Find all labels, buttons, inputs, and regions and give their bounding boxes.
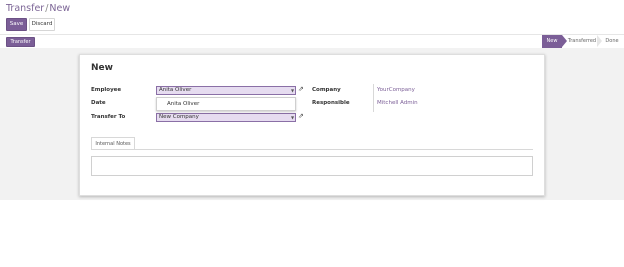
discard-button[interactable]: Discard	[29, 18, 55, 31]
employee-label: Employee	[91, 87, 122, 93]
field-divider	[373, 84, 374, 112]
company-value[interactable]: YourCompany	[377, 87, 415, 93]
breadcrumb: Transfer/New	[6, 3, 70, 14]
breadcrumb-parent-link[interactable]: Transfer	[6, 3, 44, 14]
status-step-done[interactable]: Done	[602, 35, 622, 48]
tab-divider	[91, 149, 533, 150]
date-label: Date	[91, 100, 106, 106]
transfer-to-input[interactable]: New Company	[156, 113, 296, 122]
responsible-label: Responsible	[312, 100, 350, 106]
record-title: New	[91, 63, 113, 73]
employee-input[interactable]: Anita Oliver	[156, 86, 296, 95]
chevron-down-icon[interactable]: ▼	[291, 88, 294, 93]
external-link-icon[interactable]: ⇗	[298, 112, 304, 120]
chevron-down-icon[interactable]: ▼	[291, 115, 294, 120]
responsible-value[interactable]: Mitchell Admin	[377, 100, 418, 106]
form-header	[0, 35, 624, 48]
external-link-icon[interactable]: ⇗	[298, 85, 304, 93]
breadcrumb-separator: /	[45, 3, 49, 14]
employee-autocomplete: Anita Oliver	[156, 97, 296, 111]
company-label: Company	[312, 87, 341, 93]
transfer-to-label: Transfer To	[91, 114, 126, 120]
save-button[interactable]: Save	[6, 18, 27, 31]
status-step-transferred[interactable]: Transferred	[567, 35, 597, 48]
breadcrumb-current: New	[49, 3, 71, 14]
status-step-new[interactable]: New	[542, 35, 562, 48]
internal-notes-field[interactable]	[91, 156, 533, 176]
transfer-button[interactable]: Transfer	[6, 37, 35, 47]
autocomplete-option[interactable]: Anita Oliver	[167, 101, 199, 107]
